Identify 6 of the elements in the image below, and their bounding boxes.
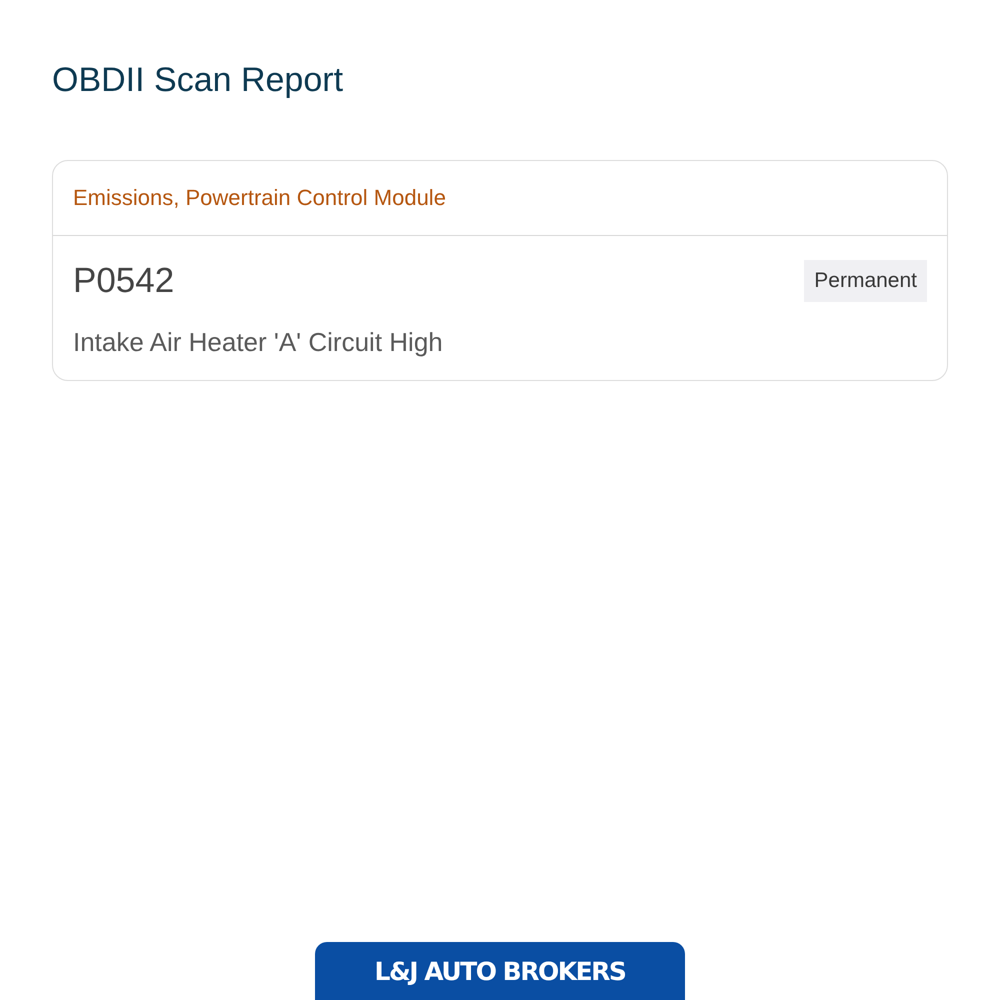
trouble-code: P0542 bbox=[73, 260, 174, 302]
code-description: Intake Air Heater 'A' Circuit High bbox=[73, 326, 444, 358]
page-title: OBDII Scan Report bbox=[52, 60, 344, 101]
status-badge: Permanent bbox=[804, 260, 927, 302]
logo-text: L&J AUTO BROKERS bbox=[374, 957, 626, 988]
module-category: Emissions, Powertrain Control Module bbox=[73, 185, 446, 210]
